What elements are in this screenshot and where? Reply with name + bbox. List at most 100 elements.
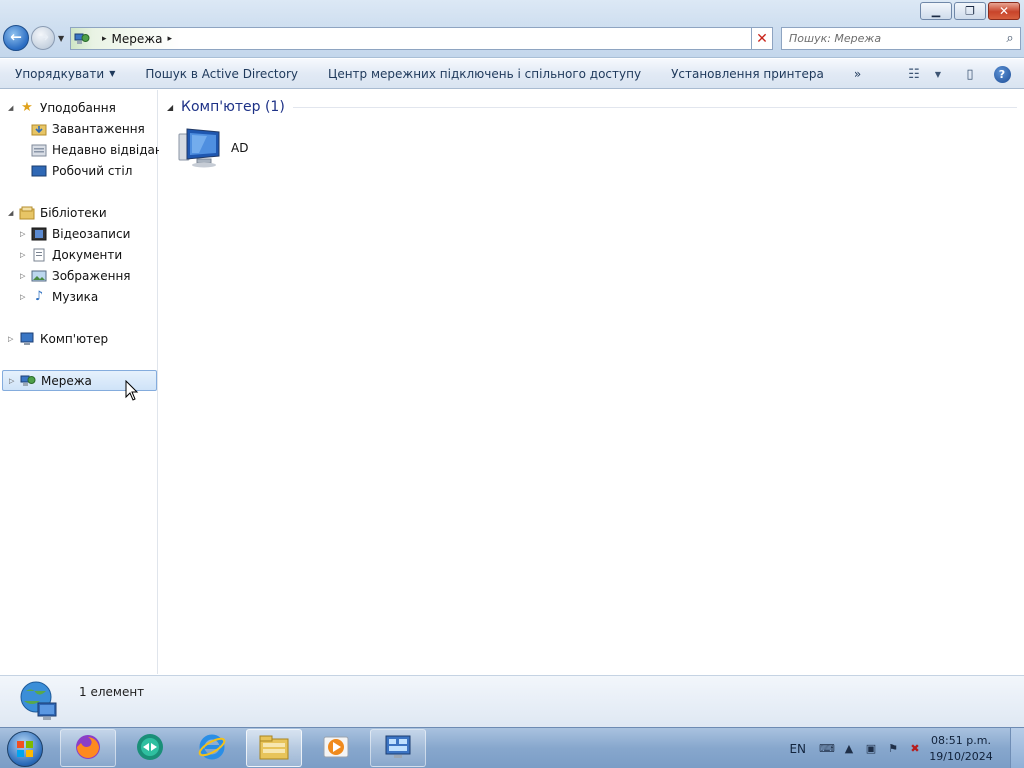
preview-pane-button[interactable]: ▯ [954,62,986,86]
collapse-triangle-icon[interactable]: ◢ [167,103,181,112]
collapse-triangle-icon[interactable]: ◢ [8,104,18,112]
firefox-icon [73,732,103,765]
video-library-icon [30,226,48,242]
nav-item-downloads[interactable]: Завантаження [30,118,145,139]
search-active-directory-button[interactable]: Пошук в Active Directory [130,59,313,89]
restore-button[interactable]: ❐ [954,2,986,20]
language-indicator[interactable]: EN [789,742,806,756]
back-arrow-icon: ← [10,29,22,46]
control-panel-icon [383,732,413,765]
taskbar-teamviewer[interactable] [122,729,178,767]
chevron-down-icon: ▼ [109,69,116,78]
nav-item-label: Робочий стіл [52,163,133,178]
windows-logo-icon [7,730,43,767]
nav-item-videos[interactable]: ▷ Відеозаписи [20,223,130,244]
network-center-label: Центр мережних підключень і спільного до… [328,66,642,81]
nav-computer[interactable]: ▷ Комп'ютер [8,328,108,349]
desktop-icon [30,163,48,179]
nav-favorites-label: Уподобання [40,100,116,115]
taskbar-windows-explorer[interactable] [246,729,302,767]
taskbar-control-panel[interactable] [370,729,426,767]
keyboard-icon[interactable]: ⌨ [816,742,838,755]
collapse-triangle-icon[interactable]: ◢ [8,209,18,217]
documents-library-icon [30,247,48,263]
nav-item-recent[interactable]: Недавно відвідане [30,139,170,160]
search-box[interactable]: ⌕ [781,27,1021,50]
nav-network-label: Мережа [41,373,92,388]
file-list-view[interactable]: ◢ Комп'ютер (1) AD [159,90,1024,674]
command-bar: Упорядкувати ▼ Пошук в Active Directory Ц… [0,59,1024,89]
address-bar[interactable]: ▸ Мережа ▸ ▾ [70,27,773,50]
nav-libraries[interactable]: ◢ Бібліотеки [8,202,107,223]
network-status-icon[interactable]: ▣ [860,742,882,755]
clock[interactable]: 08:51 p.m. 19/10/2024 [926,733,996,765]
nav-item-music[interactable]: ▷ ♪ Музика [20,286,98,307]
window-controls: ▁ ❐ ✕ [920,2,1020,20]
nav-item-label: Завантаження [52,121,145,136]
breadcrumb-separator-icon[interactable]: ▸ [167,34,172,44]
media-player-icon [321,732,351,765]
expand-triangle-icon[interactable]: ▷ [20,251,30,259]
nav-item-pictures[interactable]: ▷ Зображення [20,265,131,286]
view-options-button[interactable]: ▼ [930,62,946,86]
more-commands-button[interactable]: » [839,59,876,89]
volume-muted-icon[interactable]: ✖ [904,742,926,755]
title-bar: ▁ ❐ ✕ ← → ▼ ▸ Мережа ▸ ▾ ✕ ⌕ [0,0,1024,58]
internet-explorer-icon [197,732,227,765]
organize-menu[interactable]: Упорядкувати ▼ [0,59,130,89]
show-desktop-button[interactable] [1010,728,1024,768]
taskbar-firefox[interactable] [60,729,116,767]
expand-triangle-icon[interactable]: ▷ [20,293,30,301]
breadcrumb-separator-icon[interactable]: ▸ [102,34,107,44]
nav-item-label: Зображення [52,268,131,283]
details-pane: 1 елемент [0,675,1024,727]
show-hidden-icons-icon[interactable]: ▲ [838,742,860,755]
group-header-label: Комп'ютер (1) [181,99,285,115]
nav-item-desktop[interactable]: Робочий стіл [30,160,132,181]
help-button[interactable]: ? [986,62,1018,86]
action-center-flag-icon[interactable]: ⚑ [882,742,904,755]
taskbar-internet-explorer[interactable] [184,729,240,767]
clock-time: 08:51 p.m. [931,733,991,747]
preview-pane-icon: ▯ [966,66,974,82]
recent-pages-button[interactable]: ▼ [58,34,64,43]
taskbar: EN ⌨ ▲ ▣ ⚑ ✖ 08:51 p.m. 19/10/2024 [0,727,1024,768]
search-input[interactable] [789,32,1000,45]
network-computer-item[interactable]: AD [177,126,248,170]
taskbar-media-player[interactable] [308,729,364,767]
expand-triangle-icon[interactable]: ▷ [9,377,19,385]
minimize-icon: ▁ [931,4,941,18]
search-icon[interactable]: ⌕ [1000,31,1020,46]
expand-triangle-icon[interactable]: ▷ [20,230,30,238]
network-globe-icon [16,679,62,728]
folder-icon [258,733,290,764]
view-icon: ☷ [908,66,920,82]
stop-button[interactable]: ✕ [751,27,773,50]
close-icon: ✕ [998,4,1010,18]
breadcrumb-item-network[interactable]: Мережа [112,32,163,46]
nav-item-label: Документи [52,247,123,262]
pictures-library-icon [30,268,48,284]
network-location-icon [71,28,93,49]
nav-item-label: Відеозаписи [52,226,131,241]
add-printer-button[interactable]: Установлення принтера [656,59,839,89]
expand-triangle-icon[interactable]: ▷ [8,335,18,343]
close-button[interactable]: ✕ [988,2,1020,20]
network-center-button[interactable]: Центр мережних підключень і спільного до… [313,59,656,89]
forward-button[interactable]: → [31,26,55,50]
nav-item-documents[interactable]: ▷ Документи [20,244,122,265]
change-view-button[interactable]: ☷ [898,62,930,86]
expand-triangle-icon[interactable]: ▷ [20,272,30,280]
help-icon: ? [993,65,1011,83]
recent-places-icon [30,142,48,158]
nav-favorites[interactable]: ◢ ★ Уподобання [8,97,116,118]
minimize-button[interactable]: ▁ [920,2,952,20]
computer-name-label: AD [231,141,249,155]
group-header-computer[interactable]: ◢ Комп'ютер (1) [167,98,1017,116]
nav-item-label: Музика [52,289,99,304]
nav-libraries-label: Бібліотеки [40,205,107,220]
start-button[interactable] [3,728,47,768]
computer-icon [177,126,223,171]
back-button[interactable]: ← [3,25,29,51]
chevron-down-icon: ▼ [934,69,942,79]
